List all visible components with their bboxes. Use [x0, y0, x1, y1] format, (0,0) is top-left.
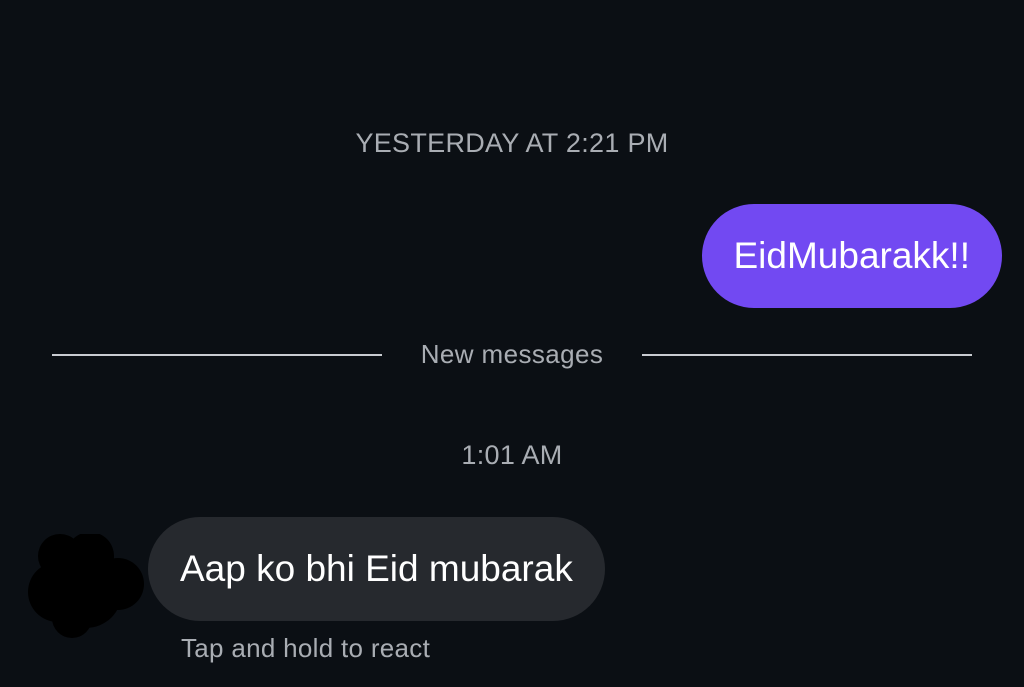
reaction-hint: Tap and hold to react — [181, 633, 431, 663]
outgoing-message-bubble[interactable]: EidMubarakk!! — [701, 204, 1002, 308]
avatar-silhouette — [28, 532, 144, 638]
timestamp-yesterday: YESTERDAY AT 2:21 PM — [355, 128, 669, 158]
incoming-message-text: Aap ko bhi Eid mubarak — [180, 548, 573, 589]
divider-line-right — [642, 354, 972, 356]
outgoing-message-text: EidMubarakk!! — [733, 235, 971, 276]
avatar-icon[interactable] — [28, 532, 144, 638]
timestamp-today: 1:01 AM — [461, 440, 563, 470]
new-messages-divider: New messages — [52, 338, 972, 372]
incoming-message-bubble[interactable]: Aap ko bhi Eid mubarak — [148, 517, 605, 621]
